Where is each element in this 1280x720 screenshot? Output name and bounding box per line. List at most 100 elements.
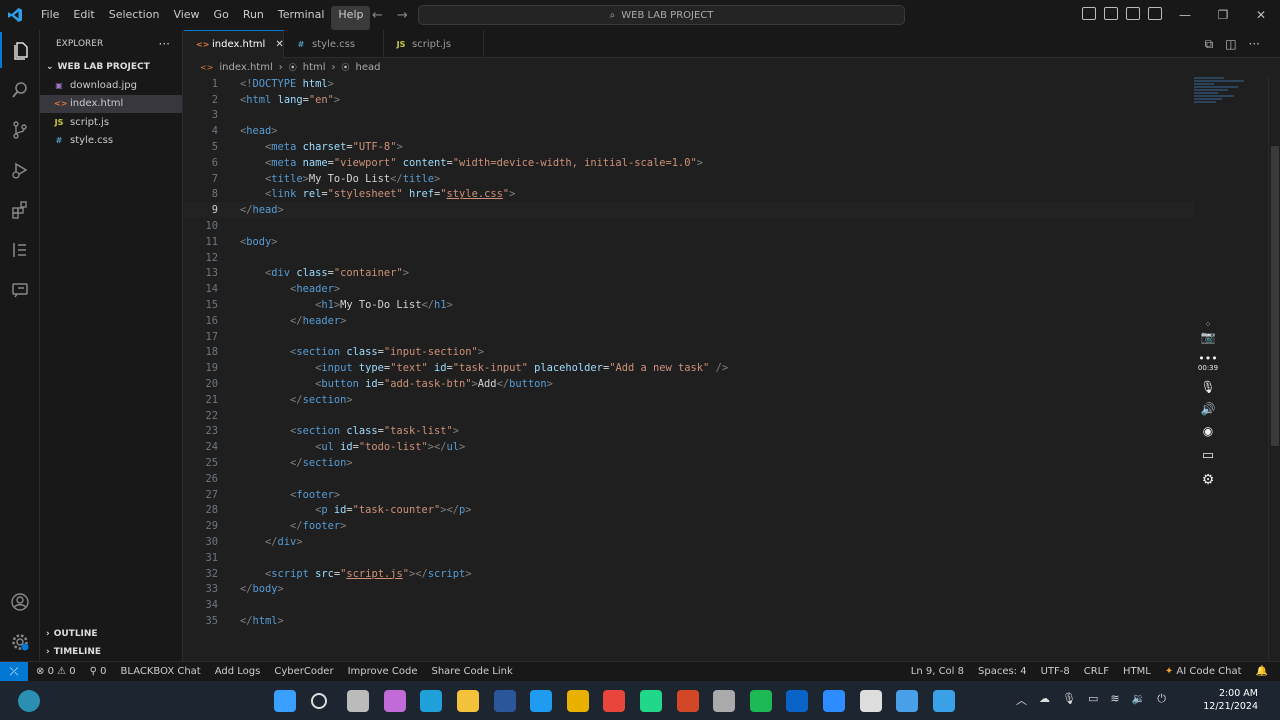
code-line[interactable]: 12 [184, 250, 1194, 266]
minimap[interactable] [1194, 76, 1254, 126]
language-mode[interactable]: HTML [1123, 666, 1151, 677]
chat-panel-icon[interactable] [0, 272, 40, 308]
customize-layout-icon[interactable] [1148, 7, 1162, 20]
zoom-icon[interactable] [823, 690, 845, 712]
settings-gear-icon[interactable]: ⚙ [1202, 472, 1215, 494]
volume-icon[interactable]: 🔉 [1132, 692, 1146, 708]
vertical-scrollbar[interactable] [1268, 76, 1280, 661]
ai-code-chat[interactable]: ✦ AI Code Chat [1165, 666, 1242, 677]
close-icon[interactable]: ✕ [275, 39, 283, 50]
code-line[interactable]: 27 <footer> [184, 487, 1194, 503]
code-line[interactable]: 9 </head> [184, 202, 1194, 219]
widgets-icon[interactable] [18, 690, 40, 712]
code-line[interactable]: 6 <meta name="viewport" content="width=d… [184, 155, 1194, 171]
project-folder[interactable]: ⌄ WEB LAB PROJECT [40, 58, 182, 76]
code-line[interactable]: 21 </section> [184, 392, 1194, 408]
speaker-icon[interactable]: 🔊 [1201, 402, 1216, 424]
onedrive-icon[interactable]: ☁ [1039, 692, 1050, 708]
vscode-icon[interactable] [530, 690, 553, 712]
powerpoint-icon[interactable] [676, 690, 699, 712]
status-item[interactable]: Improve Code [348, 666, 418, 677]
status-item[interactable]: BLACKBOX Chat [121, 666, 201, 677]
chrome-icon[interactable] [603, 690, 626, 712]
microphone-icon[interactable]: 🎙 [1200, 380, 1215, 402]
tab-style-css[interactable]: # style.css [284, 30, 384, 58]
menu-item-go[interactable]: Go [207, 0, 236, 30]
code-line[interactable]: 16 </header> [184, 313, 1194, 329]
photos-icon[interactable] [932, 690, 955, 712]
source-control-icon[interactable] [0, 112, 40, 148]
remote-icon[interactable] [896, 690, 919, 712]
breadcrumb-item[interactable]: head [356, 62, 381, 73]
chevron-up-icon[interactable]: ︿ [1016, 692, 1027, 708]
ports-indicator[interactable]: ⚲ 0 [90, 666, 107, 677]
breadcrumb-item[interactable]: index.html [219, 62, 272, 73]
edge-icon[interactable] [420, 690, 443, 712]
status-item[interactable]: Share Code Link [431, 666, 512, 677]
outline-section[interactable]: › OUTLINE [40, 625, 183, 643]
search-icon[interactable] [310, 693, 327, 709]
timeline-section[interactable]: › TIMELINE [40, 643, 183, 661]
status-item[interactable]: Add Logs [215, 666, 261, 677]
back-arrow-icon[interactable]: ← [372, 8, 383, 23]
code-line[interactable]: 7 <title>My To-Do List</title> [184, 171, 1194, 187]
code-line[interactable]: 18 <section class="input-section"> [184, 345, 1194, 361]
menu-item-view[interactable]: View [166, 0, 206, 30]
toggle-panel-icon[interactable] [1104, 7, 1118, 20]
run-debug-icon[interactable] [0, 152, 40, 188]
copilot-icon[interactable] [383, 690, 406, 712]
code-line[interactable]: 33 </body> [184, 582, 1194, 598]
code-line[interactable]: 26 [184, 471, 1194, 487]
menu-item-selection[interactable]: Selection [102, 0, 167, 30]
remote-indicator-icon[interactable]: ⤫ [0, 661, 28, 682]
power-icon[interactable]: ⏻ [1157, 692, 1166, 708]
code-line[interactable]: 17 [184, 329, 1194, 345]
code-line[interactable]: 32 <script src="script.js"></script> [184, 566, 1194, 582]
camera-icon[interactable]: 📷 [1201, 330, 1216, 352]
menu-item-terminal[interactable]: Terminal [271, 0, 332, 30]
windows-start-icon[interactable] [274, 690, 296, 712]
cursor-position[interactable]: Ln 9, Col 8 [911, 666, 964, 677]
file-explorer-icon[interactable] [457, 690, 479, 712]
problems-indicator[interactable]: ⊗ 0 ⚠ 0 [36, 666, 76, 677]
extensions-icon[interactable] [0, 192, 40, 228]
code-line[interactable]: 34 [184, 597, 1194, 613]
clock[interactable]: 2:00 AM 12/21/2024 [1203, 687, 1258, 713]
drag-handle-icon[interactable]: ⁘ [1205, 320, 1212, 330]
spotify-icon[interactable] [749, 690, 772, 712]
file-item[interactable]: ▣ download.jpg [40, 76, 182, 95]
outlook-icon[interactable] [786, 690, 809, 712]
menu-item-file[interactable]: File [34, 0, 66, 30]
code-line[interactable]: 28 <p id="task-counter"></p> [184, 503, 1194, 519]
breadcrumb-item[interactable]: html [303, 62, 326, 73]
file-item[interactable]: <> index.html [40, 94, 182, 113]
minimize-icon[interactable]: — [1166, 0, 1204, 30]
indentation[interactable]: Spaces: 4 [978, 666, 1027, 677]
store-icon[interactable] [713, 690, 736, 712]
code-line[interactable]: 10 [184, 218, 1194, 234]
split-editor-icon[interactable]: ◫ [1225, 37, 1236, 52]
code-line[interactable]: 22 [184, 408, 1194, 424]
mic-tray-icon[interactable]: 🎙 [1062, 692, 1076, 708]
wifi-icon[interactable]: ≋ [1110, 692, 1119, 708]
code-line[interactable]: 13 <div class="container"> [184, 266, 1194, 282]
tab-index-html[interactable]: <> index.html ✕ [184, 30, 284, 58]
app-yellow-icon[interactable] [566, 690, 589, 712]
open-preview-icon[interactable]: ⧉ [1205, 37, 1214, 52]
notifications-bell-icon[interactable]: 🔔 [1256, 666, 1268, 677]
code-line[interactable]: 1 <!DOCTYPE html> [184, 76, 1194, 92]
end-of-line[interactable]: CRLF [1084, 666, 1109, 677]
code-line[interactable]: 25 </section> [184, 455, 1194, 471]
code-line[interactable]: 11 <body> [184, 234, 1194, 250]
word-icon[interactable] [493, 690, 516, 712]
explorer-icon[interactable] [0, 32, 40, 68]
status-item[interactable]: CyberCoder [274, 666, 333, 677]
more-actions-icon[interactable]: ··· [159, 37, 170, 51]
code-line[interactable]: 4 <head> [184, 123, 1194, 139]
restore-icon[interactable]: ❐ [1204, 0, 1242, 30]
battery-icon[interactable]: ▭ [1088, 692, 1098, 708]
code-line[interactable]: 24 <ul id="todo-list"></ul> [184, 439, 1194, 455]
accounts-icon[interactable] [0, 584, 40, 620]
search-icon[interactable] [0, 72, 40, 108]
menu-item-help[interactable]: Help [331, 6, 371, 30]
